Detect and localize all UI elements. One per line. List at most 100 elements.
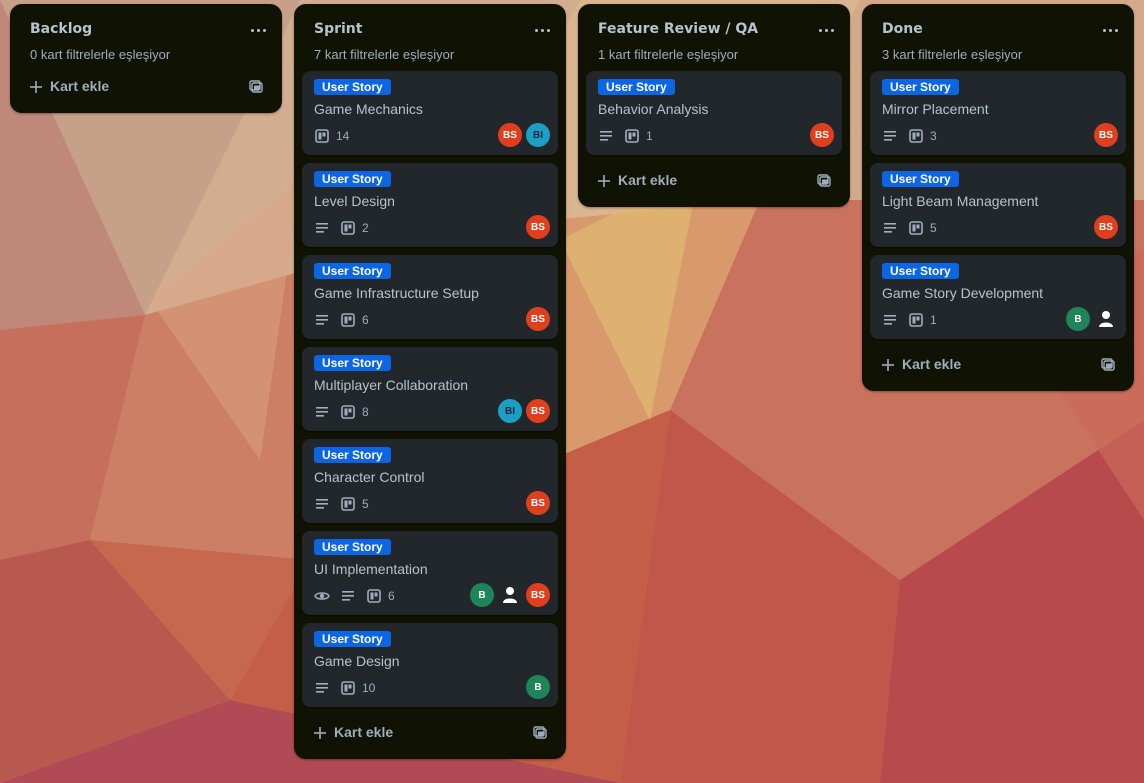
card-list: User Story Mirror Placement 3 BS User Story L…	[870, 71, 1126, 347]
avatar[interactable]: BS	[526, 307, 550, 331]
card[interactable]: User Story UI Implementation 6 B BS	[302, 531, 558, 615]
description-icon	[314, 312, 330, 328]
board: Backlog 0 kart filtrelerle eşleşiyor Kart …	[0, 0, 1144, 783]
card-badges: 14	[314, 127, 349, 145]
avatar[interactable]: BS	[1094, 123, 1118, 147]
card-template-icon[interactable]	[812, 169, 836, 193]
checklist-count: 5	[930, 221, 937, 235]
checklist-count: 1	[646, 129, 653, 143]
card-title: UI Implementation	[314, 561, 428, 577]
list-title: Sprint	[314, 21, 363, 37]
avatar[interactable]: BI	[498, 399, 522, 423]
list-header: Backlog	[10, 4, 282, 50]
card-title: Game Design	[314, 653, 400, 669]
avatar[interactable]: BS	[498, 123, 522, 147]
checklist-badge: 6	[366, 588, 395, 604]
card[interactable]: User Story Level Design 2 BS	[302, 163, 558, 247]
avatar[interactable]: BS	[810, 123, 834, 147]
checklist-icon	[366, 588, 382, 604]
card-members: BS	[1094, 123, 1118, 147]
card-badges: 5	[314, 495, 369, 513]
checklist-count: 10	[362, 681, 376, 695]
checklist-icon	[624, 128, 640, 144]
checklist-count: 2	[362, 221, 369, 235]
checklist-count: 1	[930, 313, 937, 327]
card-template-icon[interactable]	[528, 721, 552, 745]
checklist-count: 5	[362, 497, 369, 511]
more-horizontal-icon[interactable]	[244, 16, 272, 44]
avatar[interactable]: B	[1066, 307, 1090, 331]
card-badges: 1	[598, 127, 653, 145]
checklist-badge: 1	[908, 312, 937, 328]
checklist-icon	[314, 128, 330, 144]
add-card-button[interactable]: Kart ekle	[18, 71, 274, 103]
card[interactable]: User Story Game Story Development 1 B	[870, 255, 1126, 339]
card-label: User Story	[314, 171, 391, 187]
card-badges: 5	[882, 219, 937, 237]
list-feature-review-qa: Feature Review / QA 1 kart filtrelerle eş…	[578, 4, 850, 207]
list-done: Done 3 kart filtrelerle eşleşiyor User Sto…	[862, 4, 1134, 391]
card-list: User Story Behavior Analysis 1 BS	[586, 71, 842, 163]
card[interactable]: User Story Game Design 10 B	[302, 623, 558, 707]
card-title: Level Design	[314, 193, 395, 209]
description-icon	[314, 680, 330, 696]
avatar[interactable]: B	[470, 583, 494, 607]
card-badges: 3	[882, 127, 937, 145]
description-icon	[314, 404, 330, 420]
add-card-button[interactable]: Kart ekle	[870, 349, 1126, 381]
checklist-badge: 10	[340, 680, 375, 696]
eye-icon	[314, 588, 330, 604]
list-title: Feature Review / QA	[598, 21, 759, 37]
card-badges: 2	[314, 219, 369, 237]
checklist-badge: 5	[340, 496, 369, 512]
card-label: User Story	[314, 263, 391, 279]
checklist-icon	[340, 496, 356, 512]
card[interactable]: User Story Game Infrastructure Setup 6 BS	[302, 255, 558, 339]
add-card-button[interactable]: Kart ekle	[586, 165, 842, 197]
checklist-icon	[340, 312, 356, 328]
card[interactable]: User Story Behavior Analysis 1 BS	[586, 71, 842, 155]
checklist-icon	[340, 680, 356, 696]
list-filter-count: 0 kart filtrelerle eşleşiyor	[30, 47, 171, 62]
card-template-icon[interactable]	[1096, 353, 1120, 377]
checklist-badge: 5	[908, 220, 937, 236]
card-members: BS	[526, 307, 550, 331]
card[interactable]: User Story Mirror Placement 3 BS	[870, 71, 1126, 155]
card[interactable]: User Story Multiplayer Collaboration 8 BI BS	[302, 347, 558, 431]
add-card-label: Kart ekle	[50, 78, 110, 94]
checklist-badge: 8	[340, 404, 369, 420]
checklist-icon	[340, 404, 356, 420]
card-title: Behavior Analysis	[598, 101, 709, 117]
card-template-icon[interactable]	[244, 75, 268, 99]
avatar[interactable]: BS	[526, 215, 550, 239]
card[interactable]: User Story Game Mechanics 14 BS BI	[302, 71, 558, 155]
card-members: B	[526, 675, 550, 699]
description-icon	[882, 220, 898, 236]
card[interactable]: User Story Character Control 5 BS	[302, 439, 558, 523]
plus-icon	[596, 173, 612, 189]
add-card-button[interactable]: Kart ekle	[302, 717, 558, 749]
more-horizontal-icon[interactable]	[528, 16, 556, 44]
user-icon[interactable]	[498, 583, 522, 607]
list-header: Feature Review / QA	[578, 4, 850, 50]
avatar[interactable]: BS	[526, 583, 550, 607]
avatar[interactable]: BS	[1094, 215, 1118, 239]
card-badges: 1	[882, 311, 937, 329]
card-badges: 10	[314, 679, 375, 697]
card[interactable]: User Story Light Beam Management 5 BS	[870, 163, 1126, 247]
card-label: User Story	[598, 79, 675, 95]
checklist-icon	[908, 312, 924, 328]
card-label: User Story	[314, 355, 391, 371]
avatar[interactable]: B	[526, 675, 550, 699]
more-horizontal-icon[interactable]	[812, 16, 840, 44]
plus-icon	[312, 725, 328, 741]
avatar[interactable]: BI	[526, 123, 550, 147]
card-title: Character Control	[314, 469, 425, 485]
card-label: User Story	[882, 79, 959, 95]
card-title: Game Mechanics	[314, 101, 423, 117]
avatar[interactable]: BS	[526, 491, 550, 515]
avatar[interactable]: BS	[526, 399, 550, 423]
more-horizontal-icon[interactable]	[1096, 16, 1124, 44]
user-icon[interactable]	[1094, 307, 1118, 331]
card-label: User Story	[314, 447, 391, 463]
